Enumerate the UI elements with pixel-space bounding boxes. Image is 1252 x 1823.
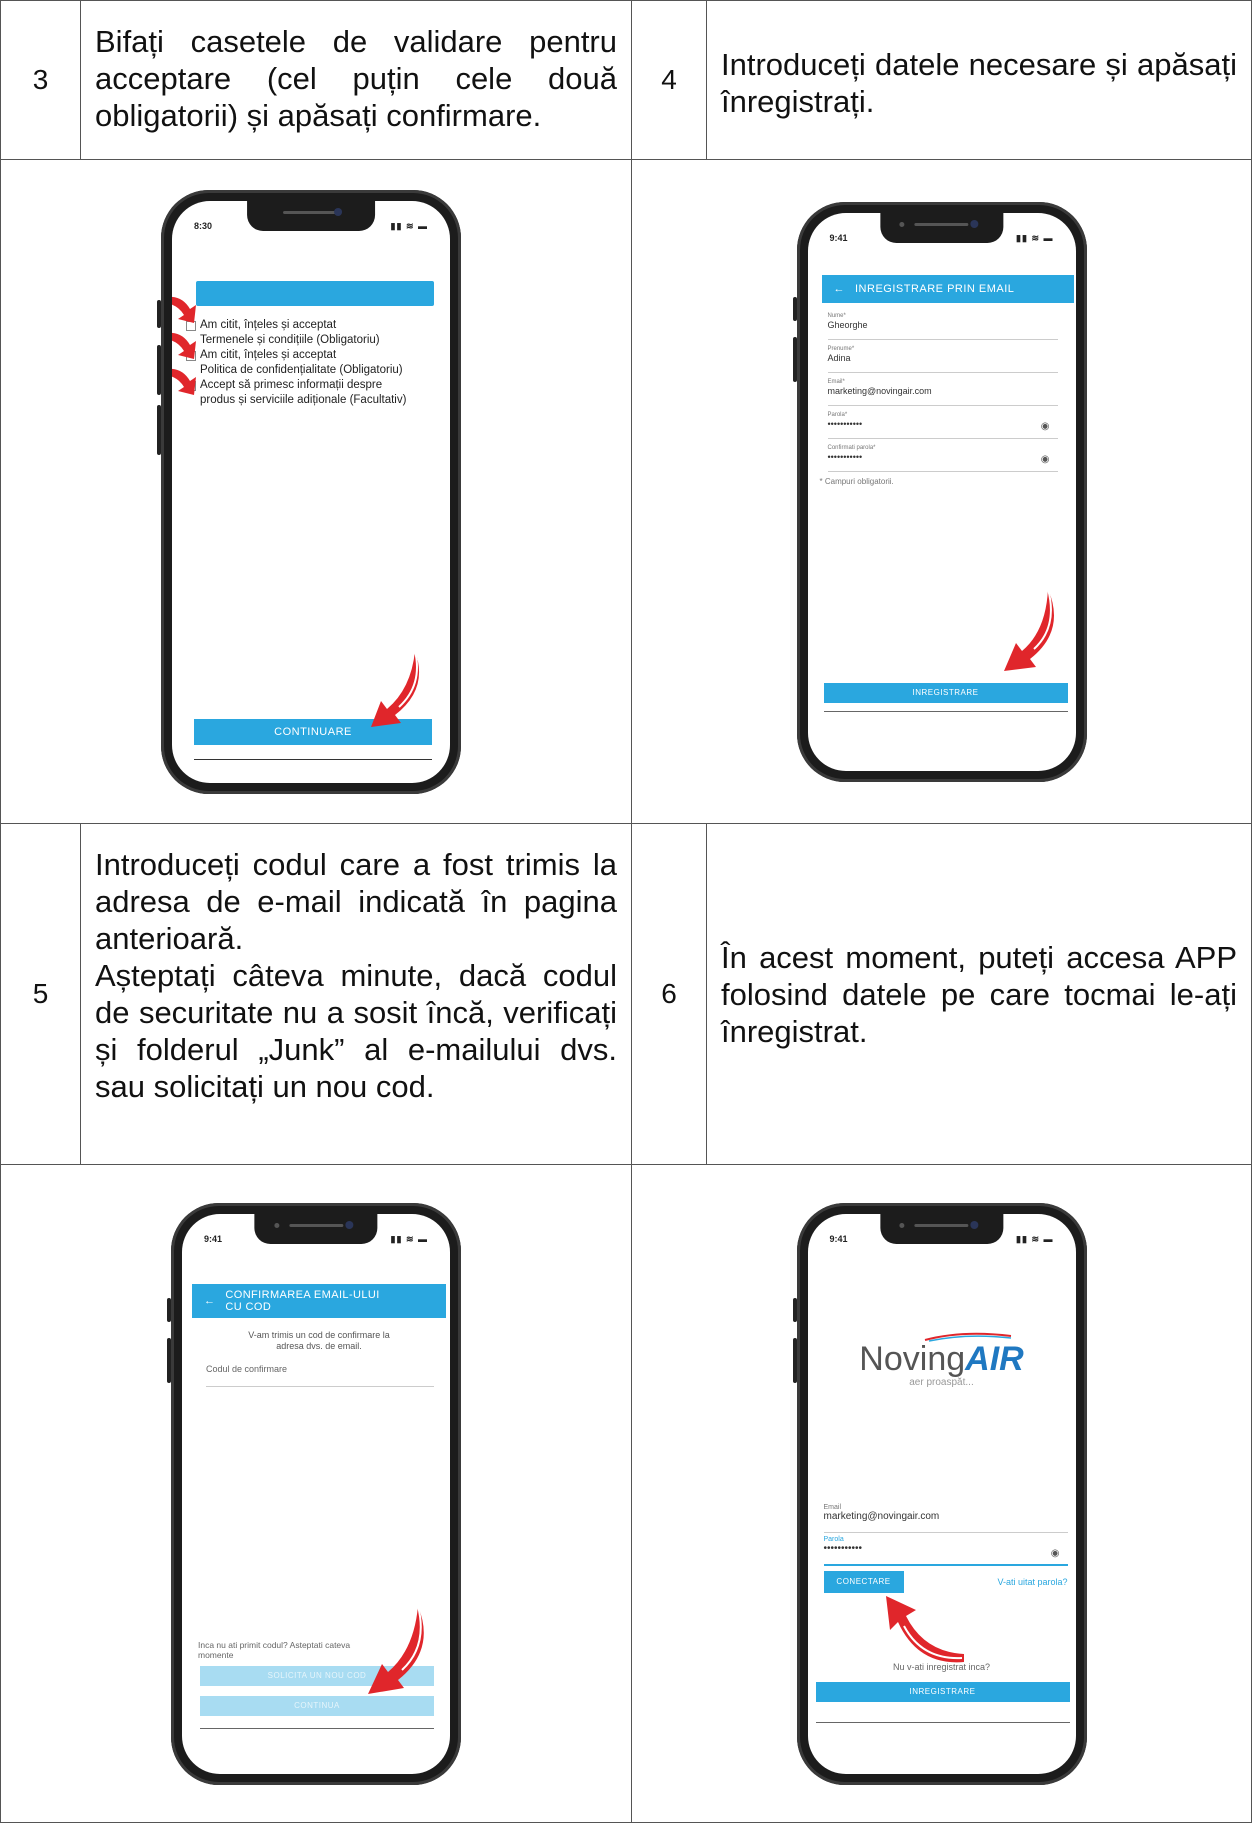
name-field[interactable]: Nume* Gheorghe <box>827 313 1058 340</box>
step-text-3: Bifați casetele de validare pentru accep… <box>80 0 632 160</box>
checkbox-marketing[interactable]: Accept să primesc informații despre produ… <box>186 378 444 408</box>
step-text-5: Introduceți codul care a fost trimis la … <box>80 823 632 1165</box>
register-button[interactable]: INREGISTRARE <box>823 682 1068 703</box>
screenshot-cell-3: 8:30 ▮▮ ≋ ▬ Am citit, înțeles și acceptat… <box>0 159 632 824</box>
phone-mockup-login: 9:41 ▮▮ ≋ ▬ NovingAIR aer proaspăt... Ema… <box>792 1202 1087 1785</box>
step-number-3: 3 <box>0 0 81 160</box>
status-time: 9:41 <box>829 232 848 243</box>
novingair-logo: NovingAIR aer proaspăt... <box>808 1332 1076 1388</box>
register-header: ← INREGISTRARE PRIN EMAIL <box>821 274 1074 303</box>
status-time: 9:41 <box>204 1233 223 1244</box>
surname-field[interactable]: Prenume* Adina <box>827 346 1058 373</box>
password-field[interactable]: Parola* ••••••••••• ◉ <box>827 412 1058 439</box>
register-button[interactable]: INREGISTRARE <box>815 1681 1070 1702</box>
checkbox-terms[interactable]: Am citit, înțeles și acceptat Termenele ș… <box>186 318 444 348</box>
forgot-password-link[interactable]: V-ati uitat parola? <box>997 1577 1067 1587</box>
pointer-arrow-icon <box>885 1595 964 1662</box>
confirm-password-field[interactable]: Confirmati parola* ••••••••••• ◉ <box>827 445 1058 472</box>
pointer-arrow-icon <box>371 650 420 727</box>
email-field[interactable]: Email marketing@novingair.com <box>823 1504 1068 1533</box>
step-number-5: 5 <box>0 823 81 1165</box>
confirm-info: V-am trimis un cod de confirmare la adres… <box>248 1329 390 1351</box>
header-bar <box>196 280 434 306</box>
connect-button[interactable]: CONECTARE <box>823 1570 904 1593</box>
code-input[interactable]: Codul de confirmare <box>206 1364 434 1387</box>
phone-mockup-register: 9:41 ▮▮ ≋ ▬ ← INREGISTRARE PRIN EMAIL Num… <box>792 201 1087 782</box>
back-arrow-icon[interactable]: ← <box>834 283 846 295</box>
confirm-header: ← CONFIRMAREA EMAIL-ULUI CU COD <box>192 1283 446 1318</box>
checkbox-privacy[interactable]: Am citit, înțeles și acceptat Politica de… <box>186 348 444 378</box>
password-field[interactable]: Parola ••••••••••• ◉ <box>823 1536 1068 1566</box>
email-field[interactable]: Email* marketing@novingair.com <box>827 379 1058 406</box>
document-page: { "steps": [ {"number": "3", "text": "Bi… <box>0 0 1252 1823</box>
confirm-title: CONFIRMAREA EMAIL-ULUI CU COD <box>225 1288 380 1313</box>
phone-mockup-terms: 8:30 ▮▮ ≋ ▬ Am citit, înțeles și acceptat… <box>157 189 461 794</box>
screenshot-cell-5: 9:41 ▮▮ ≋ ▬ ← CONFIRMAREA EMAIL-ULUI CU CO… <box>0 1164 632 1823</box>
phone-mockup-confirm: 9:41 ▮▮ ≋ ▬ ← CONFIRMAREA EMAIL-ULUI CU CO… <box>167 1202 461 1785</box>
step-text-4: Introduceți datele necesare și apăsați î… <box>706 0 1252 160</box>
pointer-arrows-icon <box>172 296 196 395</box>
pointer-arrow-icon <box>1003 588 1054 671</box>
screenshot-cell-4: 9:41 ▮▮ ≋ ▬ ← INREGISTRARE PRIN EMAIL Num… <box>631 159 1252 824</box>
required-note: * Campuri obligatorii. <box>819 476 894 486</box>
pointer-arrow-icon <box>368 1605 424 1694</box>
eye-icon[interactable]: ◉ <box>1041 454 1050 465</box>
checkbox-list: Am citit, înțeles și acceptat Termenele ș… <box>186 318 444 408</box>
back-arrow-icon[interactable]: ← <box>204 1295 215 1307</box>
screenshot-cell-6: 9:41 ▮▮ ≋ ▬ NovingAIR aer proaspăt... Ema… <box>631 1164 1252 1823</box>
step-number-6: 6 <box>631 823 707 1165</box>
status-time: 8:30 <box>194 220 213 231</box>
step-text-6: În acest moment, puteți accesa APP folos… <box>706 823 1252 1165</box>
eye-icon[interactable]: ◉ <box>1041 421 1050 432</box>
register-title: INREGISTRARE PRIN EMAIL <box>855 282 1015 295</box>
logo-swoosh-icon <box>924 1332 1011 1342</box>
status-time: 9:41 <box>829 1233 848 1244</box>
eye-icon[interactable]: ◉ <box>1051 1548 1060 1559</box>
step-number-4: 4 <box>631 0 707 160</box>
